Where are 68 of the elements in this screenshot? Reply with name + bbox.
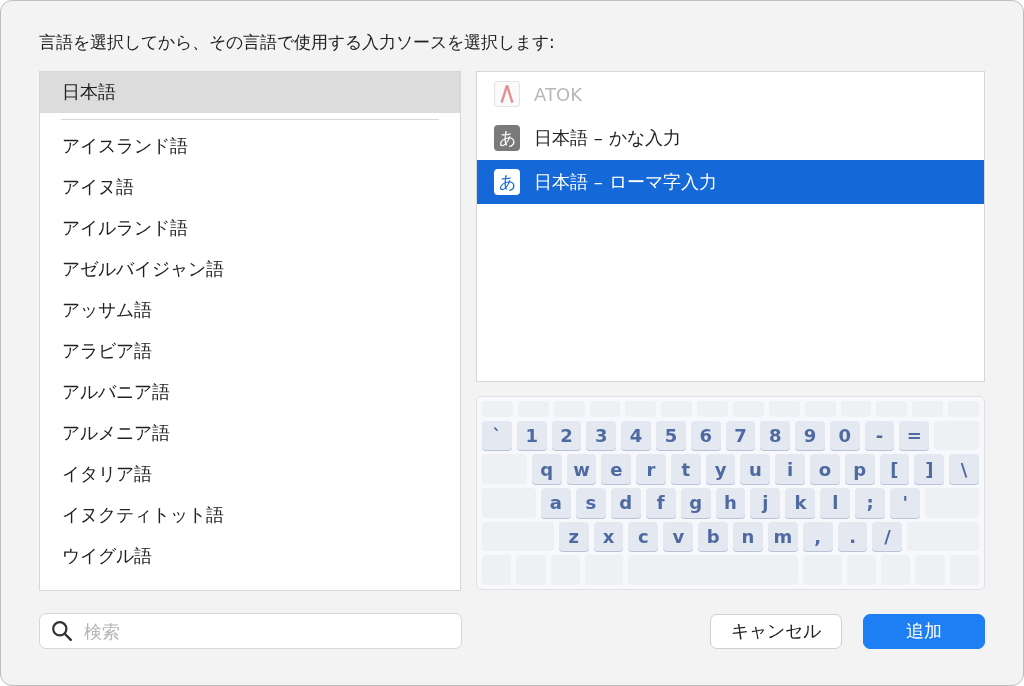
language-item[interactable]: アイルランド語 xyxy=(40,208,461,249)
keyboard-key: x xyxy=(593,521,624,552)
keyboard-key: i xyxy=(775,454,806,485)
hiragana-icon: あ xyxy=(494,169,521,195)
keyboard-key: a xyxy=(540,488,571,518)
keyboard-key: 9 xyxy=(795,420,825,451)
keyboard-key: v xyxy=(663,521,694,552)
keyboard-key: , xyxy=(802,521,833,552)
language-item[interactable]: アッサム語 xyxy=(40,290,461,331)
cancel-button[interactable]: キャンセル xyxy=(710,613,842,649)
keyboard-key: 0 xyxy=(829,420,860,451)
keyboard-key: o xyxy=(810,454,840,485)
input-source-item[interactable]: あ 日本語 – かな入力 xyxy=(477,116,984,160)
keyboard-key: \ xyxy=(949,454,979,485)
search-field[interactable]: 検索 xyxy=(39,613,462,649)
language-item[interactable]: アルバニア語 xyxy=(40,372,461,413)
keyboard-key: 4 xyxy=(621,420,651,451)
keyboard-key: m xyxy=(767,521,798,552)
language-item[interactable]: アルメニア語 xyxy=(40,413,461,454)
keyboard-key: 5 xyxy=(656,420,686,451)
keyboard-key: n xyxy=(733,521,763,552)
keyboard-key: - xyxy=(864,420,895,451)
keyboard-key: h xyxy=(715,488,746,518)
language-item[interactable]: イタリア語 xyxy=(40,454,461,495)
keyboard-key: j xyxy=(750,488,781,518)
keyboard-key: g xyxy=(680,488,711,518)
keyboard-key: / xyxy=(872,521,903,552)
keyboard-key: l xyxy=(820,488,851,518)
language-item[interactable]: アラビア語 xyxy=(40,331,461,372)
keyboard-key: [ xyxy=(879,454,910,485)
language-item[interactable]: イヌクティトット語 xyxy=(40,495,461,536)
keyboard-key: q xyxy=(531,454,562,485)
keyboard-key: y xyxy=(705,454,736,485)
language-item[interactable]: 日本語 xyxy=(40,72,461,113)
add-button[interactable]: 追加 xyxy=(863,613,985,649)
keyboard-key: 2 xyxy=(551,420,582,451)
keyboard-key: e xyxy=(601,454,632,485)
keyboard-key: = xyxy=(899,420,930,451)
language-item[interactable]: ウイグル語 xyxy=(40,536,461,577)
keyboard-key: u xyxy=(740,454,771,485)
keyboard-key: z xyxy=(558,521,589,552)
keyboard-key: 7 xyxy=(725,420,756,451)
keyboard-key: d xyxy=(610,488,641,518)
keyboard-key: c xyxy=(628,521,659,552)
keyboard-key: b xyxy=(698,521,729,552)
language-item[interactable]: アイヌ語 xyxy=(40,167,461,208)
keyboard-key: r xyxy=(636,454,666,485)
keyboard-key: 3 xyxy=(586,420,617,451)
language-item[interactable]: アゼルバイジャン語 xyxy=(40,249,461,290)
language-item[interactable]: アイスランド語 xyxy=(40,126,461,167)
keyboard-key: ` xyxy=(482,420,512,451)
input-source-item[interactable]: あ 日本語 – ローマ字入力 xyxy=(477,160,984,204)
keyboard-key: f xyxy=(645,488,676,518)
letter-a-logo-icon xyxy=(494,81,521,107)
keyboard-key: s xyxy=(575,488,606,518)
keyboard-key: w xyxy=(566,454,597,485)
keyboard-key: ' xyxy=(890,488,921,518)
keyboard-key: . xyxy=(837,521,868,552)
keyboard-key: ] xyxy=(914,454,945,485)
instruction-text: 言語を選択してから、その言語で使用する入力ソースを選択します: xyxy=(39,31,556,54)
keyboard-key: k xyxy=(785,488,816,518)
hiragana-icon: あ xyxy=(494,125,521,151)
keyboard-key: 6 xyxy=(690,420,721,451)
keyboard-key: ; xyxy=(855,488,886,518)
keyboard-key: p xyxy=(844,454,875,485)
keyboard-key: 8 xyxy=(760,420,791,451)
keyboard-key: t xyxy=(670,454,701,485)
keyboard-key: 1 xyxy=(516,420,547,451)
